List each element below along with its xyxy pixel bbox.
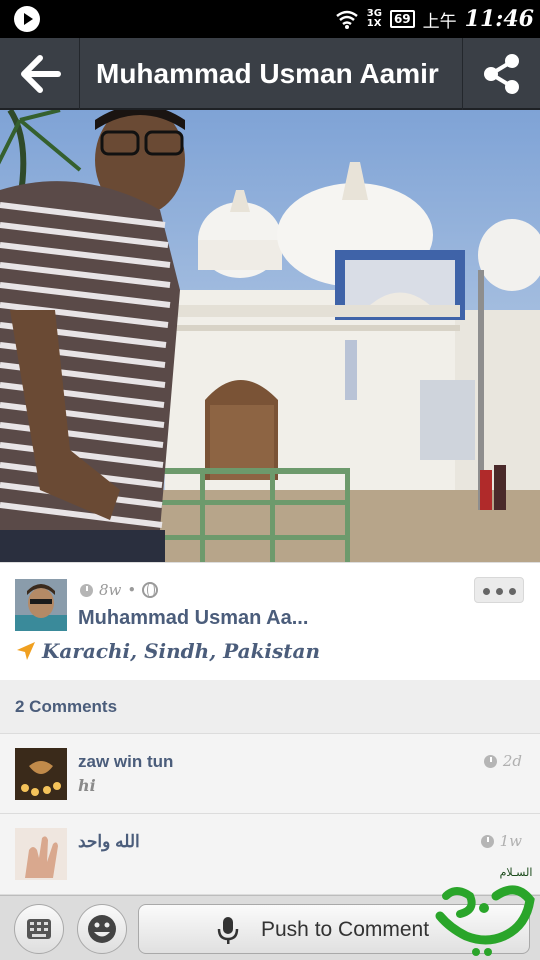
post-info: 8w • Muhammad Usman Aa... Karachi, Sindh…	[0, 562, 540, 680]
keyboard-icon	[27, 919, 51, 939]
author-avatar[interactable]	[15, 579, 67, 631]
svg-text:السـلام: السـلام	[500, 866, 533, 879]
comment-time: 1w	[480, 832, 522, 850]
watermark-logo: السـلام	[435, 866, 535, 956]
action-bar: Muhammad Usman Aamir	[0, 38, 540, 110]
post-age: 8w	[99, 581, 122, 599]
commenter-avatar[interactable]	[15, 828, 67, 880]
more-dot-icon	[496, 588, 503, 595]
push-to-comment-label: Push to Comment	[261, 918, 430, 941]
comments-header: 2 Comments	[0, 680, 540, 734]
status-bar: 3G 1X 69 上午 11:46	[0, 0, 540, 38]
post-location[interactable]: Karachi, Sindh, Pakistan	[16, 639, 320, 663]
more-dot-icon	[483, 588, 490, 595]
comment-time-label: 2d	[502, 752, 522, 770]
post-meta: 8w •	[80, 579, 159, 601]
back-button[interactable]	[0, 38, 80, 110]
battery-level: 69	[393, 12, 411, 26]
post-author-name[interactable]: Muhammad Usman Aa...	[78, 607, 308, 630]
clock-icon	[80, 583, 93, 597]
clock-time: 11:46	[464, 6, 534, 32]
photo-illustration	[0, 110, 540, 562]
comment-time-label: 1w	[499, 832, 522, 850]
commenter-name[interactable]: zaw win tun	[78, 752, 173, 772]
play-icon	[14, 6, 40, 32]
post-photo[interactable]	[0, 110, 540, 562]
more-dot-icon	[509, 588, 516, 595]
emoji-button[interactable]	[77, 904, 127, 954]
ampm-label: 上午	[422, 11, 457, 32]
location-arrow-icon	[17, 642, 35, 660]
page-title: Muhammad Usman Aamir	[96, 58, 439, 89]
commenter-avatar[interactable]	[15, 748, 67, 800]
clock-icon	[483, 754, 497, 768]
commenter-name[interactable]: الله واحد	[78, 832, 140, 852]
comment-time: 2d	[483, 752, 522, 770]
comment-item[interactable]: zaw win tun hi 2d	[0, 734, 540, 814]
network-indicator: 3G 1X	[367, 9, 382, 29]
more-options-button[interactable]	[474, 577, 524, 603]
share-button[interactable]	[462, 38, 540, 110]
meta-separator: •	[127, 581, 137, 599]
arrow-left-icon	[21, 55, 61, 93]
globe-icon	[142, 582, 159, 598]
keyboard-button[interactable]	[14, 904, 64, 954]
share-icon	[484, 54, 519, 94]
location-text: Karachi, Sindh, Pakistan	[42, 639, 321, 663]
wifi-icon	[335, 10, 358, 29]
comment-text: hi	[78, 776, 96, 795]
clock-icon	[480, 834, 494, 848]
network-bottom-label: 1X	[366, 18, 382, 29]
emoji-icon	[88, 915, 116, 943]
battery-icon: 69	[389, 10, 415, 28]
microphone-icon	[217, 917, 239, 944]
comments-count: 2 Comments	[15, 697, 118, 716]
